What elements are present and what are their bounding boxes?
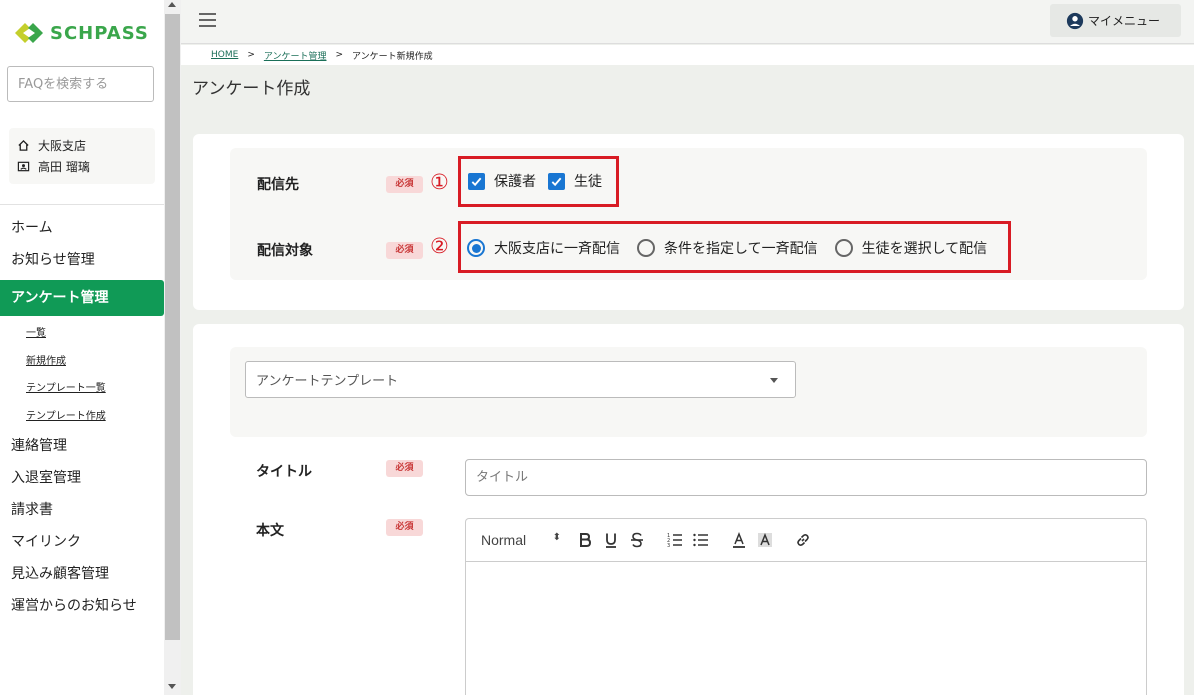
target-option-condition: 条件を指定して一斉配信 bbox=[664, 241, 818, 257]
title-input[interactable] bbox=[465, 459, 1147, 496]
guardian-checkbox[interactable] bbox=[468, 172, 485, 190]
guardian-label: 保護者 bbox=[494, 174, 536, 190]
account-circle-icon bbox=[1066, 12, 1084, 29]
target-option-select: 生徒を選択して配信 bbox=[861, 241, 988, 257]
title-label: タイトル bbox=[256, 464, 312, 480]
top-bar: マイメニュー bbox=[181, 0, 1194, 44]
required-badge: 必須 bbox=[386, 176, 423, 193]
dest-label: 配信先 bbox=[257, 177, 299, 193]
breadcrumb-separator: > bbox=[247, 50, 255, 60]
sidebar-scrollbar[interactable] bbox=[164, 0, 181, 695]
check-icon bbox=[551, 177, 562, 186]
nav-survey-list[interactable]: 一覧 bbox=[0, 320, 164, 348]
target-radio-select[interactable] bbox=[834, 239, 853, 257]
my-menu-button[interactable]: マイメニュー bbox=[1050, 4, 1181, 37]
my-menu-label: マイメニュー bbox=[1088, 14, 1161, 28]
editor-content-area[interactable] bbox=[466, 562, 1146, 695]
breadcrumb: HOME > アンケート管理 > アンケート新規作成 bbox=[181, 45, 1194, 65]
nav-mylink[interactable]: マイリンク bbox=[0, 526, 164, 558]
branch-name: 大阪支店 bbox=[38, 139, 87, 153]
scroll-down-icon[interactable] bbox=[168, 684, 176, 689]
user-name: 高田 瑠璃 bbox=[38, 160, 90, 174]
user-row: 高田 瑠璃 bbox=[17, 156, 147, 177]
faq-search-input[interactable] bbox=[7, 66, 154, 102]
hamburger-menu-icon[interactable] bbox=[199, 13, 217, 27]
user-badge-icon bbox=[17, 161, 30, 172]
scroll-up-icon[interactable] bbox=[168, 2, 176, 7]
rich-text-editor: Normal ⬍ 123 bbox=[465, 518, 1147, 695]
format-select[interactable]: Normal ⬍ bbox=[481, 532, 561, 548]
required-badge: 必須 bbox=[386, 519, 423, 536]
breadcrumb-separator: > bbox=[335, 50, 344, 60]
delivery-panel: 配信先 必須 ① 保護者 生徒 配信対象 必須 ② 大阪支店に一斉配信 条件を指… bbox=[230, 148, 1147, 280]
bullet-list-icon[interactable] bbox=[689, 528, 713, 552]
home-icon bbox=[18, 139, 29, 151]
breadcrumb-current: アンケート新規作成 bbox=[352, 51, 433, 62]
editor-toolbar: Normal ⬍ 123 bbox=[466, 519, 1146, 562]
format-select-arrow-icon: ⬍ bbox=[552, 532, 561, 543]
dropdown-arrow-icon bbox=[770, 378, 778, 383]
svg-text:3: 3 bbox=[667, 543, 670, 549]
format-select-value: Normal bbox=[481, 532, 527, 548]
text-color-icon[interactable] bbox=[727, 528, 751, 552]
check-icon bbox=[471, 177, 482, 186]
scroll-thumb[interactable] bbox=[165, 14, 180, 640]
sidebar: SCHPASS 大阪支店 高田 瑠璃 ホーム お知らせ管理 アンケート管理 一覧… bbox=[0, 0, 164, 695]
nav-invoice[interactable]: 請求書 bbox=[0, 494, 164, 526]
background-color-icon[interactable] bbox=[753, 528, 777, 552]
sidebar-nav: ホーム お知らせ管理 アンケート管理 一覧 新規作成 テンプレート一覧 テンプレ… bbox=[0, 212, 164, 622]
required-badge: 必須 bbox=[386, 242, 423, 259]
logo-mark-icon bbox=[15, 23, 43, 43]
nav-survey-new[interactable]: 新規作成 bbox=[0, 348, 164, 376]
template-panel: アンケートテンプレート bbox=[230, 347, 1147, 437]
annotation-number-1: ① bbox=[430, 170, 449, 194]
dest-checkbox-group: 保護者 生徒 bbox=[468, 171, 602, 191]
annotation-number-2: ② bbox=[430, 234, 449, 258]
bold-icon[interactable] bbox=[573, 528, 597, 552]
branch-row: 大阪支店 bbox=[17, 135, 147, 156]
nav-entry[interactable]: 入退室管理 bbox=[0, 462, 164, 494]
nav-home[interactable]: ホーム bbox=[0, 212, 164, 244]
template-select-placeholder: アンケートテンプレート bbox=[256, 374, 399, 389]
logo-text: SCHPASS bbox=[50, 22, 149, 44]
target-option-all: 大阪支店に一斉配信 bbox=[494, 241, 620, 257]
content-card: アンケートテンプレート タイトル 必須 本文 必須 Normal ⬍ 123 bbox=[193, 324, 1184, 695]
ordered-list-icon[interactable]: 123 bbox=[663, 528, 687, 552]
nav-prospect[interactable]: 見込み顧客管理 bbox=[0, 558, 164, 590]
sidebar-divider bbox=[0, 204, 164, 205]
nav-contact[interactable]: 連絡管理 bbox=[0, 430, 164, 462]
underline-icon[interactable] bbox=[599, 528, 623, 552]
nav-template-new[interactable]: テンプレート作成 bbox=[0, 403, 164, 431]
logo[interactable]: SCHPASS bbox=[12, 20, 149, 46]
nav-survey[interactable]: アンケート管理 bbox=[0, 280, 164, 316]
template-select[interactable]: アンケートテンプレート bbox=[245, 361, 796, 398]
student-checkbox[interactable] bbox=[548, 172, 565, 190]
target-radio-group: 大阪支店に一斉配信 条件を指定して一斉配信 生徒を選択して配信 bbox=[467, 238, 987, 258]
link-icon[interactable] bbox=[791, 528, 815, 552]
body-label: 本文 bbox=[256, 523, 284, 539]
delivery-card: 配信先 必須 ① 保護者 生徒 配信対象 必須 ② 大阪支店に一斉配信 条件を指… bbox=[193, 134, 1184, 310]
student-label: 生徒 bbox=[574, 174, 602, 190]
target-radio-all[interactable] bbox=[467, 239, 485, 257]
nav-template-list[interactable]: テンプレート一覧 bbox=[0, 375, 164, 403]
user-card: 大阪支店 高田 瑠璃 bbox=[9, 128, 155, 184]
page-title: アンケート作成 bbox=[192, 79, 311, 99]
target-label: 配信対象 bbox=[257, 243, 313, 259]
breadcrumb-home[interactable]: HOME bbox=[211, 50, 238, 60]
nav-ops-notice[interactable]: 運営からのお知らせ bbox=[0, 590, 164, 622]
breadcrumb-survey[interactable]: アンケート管理 bbox=[264, 49, 327, 62]
nav-notice[interactable]: お知らせ管理 bbox=[0, 244, 164, 276]
target-radio-condition[interactable] bbox=[637, 239, 655, 257]
required-badge: 必須 bbox=[386, 460, 423, 477]
strikethrough-icon[interactable] bbox=[625, 528, 649, 552]
